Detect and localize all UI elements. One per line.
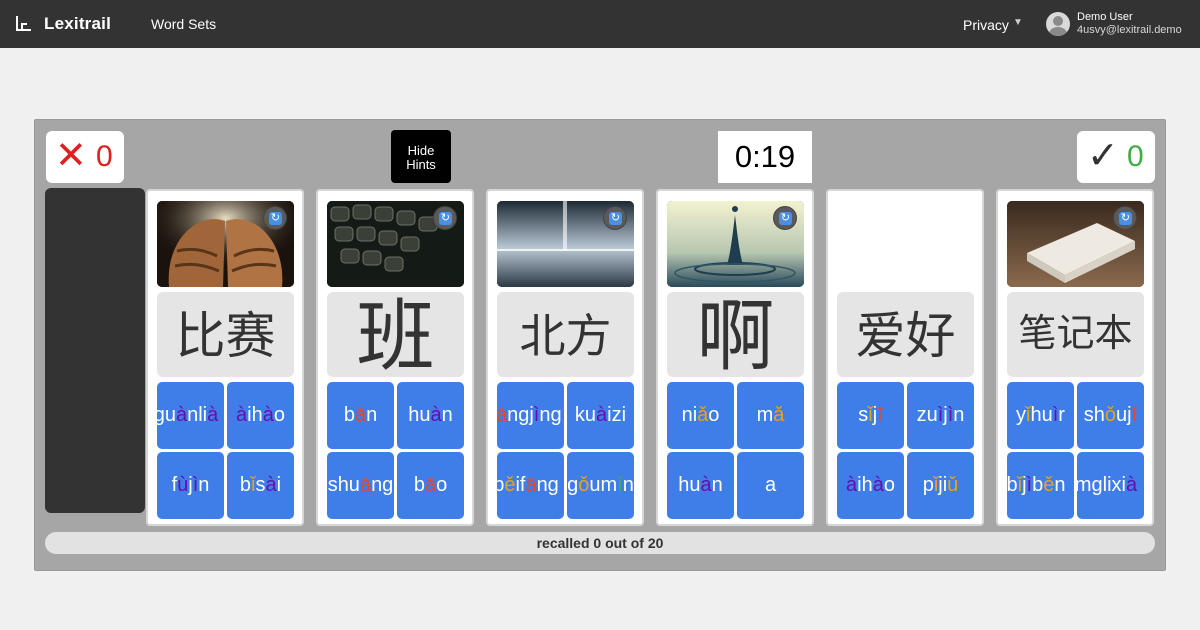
- pinyin-option[interactable]: bǐsài: [227, 452, 294, 519]
- refresh-arrows-icon: ↻: [1119, 212, 1132, 225]
- card-deck: [45, 188, 145, 513]
- flash-card: ↻ 北方fāngjìngkuàiziběifānggǒumín: [486, 189, 644, 526]
- pinyin-option[interactable]: bǐjìběn: [1007, 452, 1074, 519]
- card-image: ↻: [667, 201, 804, 287]
- wrong-score-box: ✕ 0: [46, 131, 124, 183]
- card-hanzi: 爱好: [837, 292, 974, 377]
- privacy-menu[interactable]: Privacy: [963, 17, 1009, 33]
- flash-card: ↻ 笔记本 yǐhuìr shǒujī bǐjìběn mglixià: [996, 189, 1154, 526]
- refresh-icon[interactable]: ↻: [263, 206, 287, 230]
- flash-card: 爱好 sǐjī zuìjìn àihào pǐjiǔ: [826, 189, 984, 526]
- refresh-icon[interactable]: ↻: [433, 206, 457, 230]
- card-image: ↻: [497, 201, 634, 287]
- card-hanzi: 比赛: [157, 292, 294, 377]
- app-logo-text[interactable]: Lexitrail: [44, 14, 111, 34]
- pinyin-option[interactable]: kuàizi: [567, 382, 634, 449]
- hide-hints-button[interactable]: Hide Hints: [391, 130, 451, 183]
- flash-card: ↻ 啊 niǎo mǎ huàn a: [656, 189, 814, 526]
- pinyin-option[interactable]: pǐjiǔ: [907, 452, 974, 519]
- flash-card: ↻ 比赛 guànlià àihào fùjìn bǐsài: [146, 189, 304, 526]
- refresh-arrows-icon: ↻: [609, 212, 622, 225]
- refresh-arrows-icon: ↻: [779, 212, 792, 225]
- check-icon: ✓: [1087, 135, 1119, 177]
- avatar-head-shape: [1053, 16, 1063, 26]
- top-nav: Lexitrail Word Sets Privacy ▼ Demo User …: [0, 0, 1200, 48]
- bar-chart-icon[interactable]: [16, 15, 32, 31]
- nav-link-word-sets[interactable]: Word Sets: [151, 16, 216, 32]
- card-image: ↻: [157, 201, 294, 287]
- pinyin-option[interactable]: sǐjī: [837, 382, 904, 449]
- refresh-icon[interactable]: ↻: [773, 206, 797, 230]
- timer: 0:19: [718, 131, 812, 183]
- card-hanzi: 北方: [497, 292, 634, 377]
- avatar-body-shape: [1049, 27, 1067, 36]
- refresh-arrows-icon: ↻: [269, 212, 282, 225]
- pinyin-option[interactable]: shuāng: [327, 452, 394, 519]
- chevron-down-icon[interactable]: ▼: [1013, 17, 1023, 28]
- user-email: 4usvy@lexitrail.demo: [1077, 24, 1182, 36]
- pinyin-option[interactable]: huàn: [397, 382, 464, 449]
- card-hanzi: 班: [327, 292, 464, 377]
- refresh-icon[interactable]: ↻: [1113, 206, 1137, 230]
- user-avatar[interactable]: [1046, 12, 1070, 36]
- pinyin-option[interactable]: fùjìn: [157, 452, 224, 519]
- pinyin-option[interactable]: zuìjìn: [907, 382, 974, 449]
- pinyin-option[interactable]: a: [737, 452, 804, 519]
- pinyin-option[interactable]: mǎ: [737, 382, 804, 449]
- pinyin-option[interactable]: huàn: [667, 452, 734, 519]
- refresh-arrows-icon: ↻: [439, 212, 452, 225]
- pinyin-option[interactable]: běifāng: [497, 452, 564, 519]
- pinyin-option[interactable]: àihào: [837, 452, 904, 519]
- pinyin-option[interactable]: bāo: [397, 452, 464, 519]
- game-board: ✕ 0 Hide Hints 0:19 ✓ 0 ↻ 比赛 guànlià àihào fù…: [34, 119, 1166, 571]
- cross-icon: ✕: [55, 135, 87, 177]
- correct-count: 0: [1127, 140, 1144, 173]
- pinyin-option[interactable]: yǐhuìr: [1007, 382, 1074, 449]
- refresh-icon[interactable]: ↻: [603, 206, 627, 230]
- pinyin-option[interactable]: àihào: [227, 382, 294, 449]
- pinyin-option[interactable]: bān: [327, 382, 394, 449]
- wrong-count: 0: [96, 140, 113, 173]
- pinyin-option[interactable]: shǒujī: [1077, 382, 1144, 449]
- pinyin-option[interactable]: niǎo: [667, 382, 734, 449]
- pinyin-option[interactable]: fāngjìng: [497, 382, 564, 449]
- pinyin-option[interactable]: gǒumín: [567, 452, 634, 519]
- correct-score-box: ✓ 0: [1077, 131, 1155, 183]
- pinyin-option[interactable]: mglixià: [1077, 452, 1144, 519]
- card-hanzi: 笔记本: [1007, 292, 1144, 377]
- card-hanzi: 啊: [667, 292, 804, 377]
- user-name: Demo User: [1077, 11, 1133, 23]
- pinyin-option[interactable]: guànlià: [157, 382, 224, 449]
- flash-card: ↻ 班 bān huàn shuāng bāo: [316, 189, 474, 526]
- progress-text: recalled 0 out of 20: [45, 532, 1155, 554]
- card-image: ↻: [1007, 201, 1144, 287]
- card-image: ↻: [327, 201, 464, 287]
